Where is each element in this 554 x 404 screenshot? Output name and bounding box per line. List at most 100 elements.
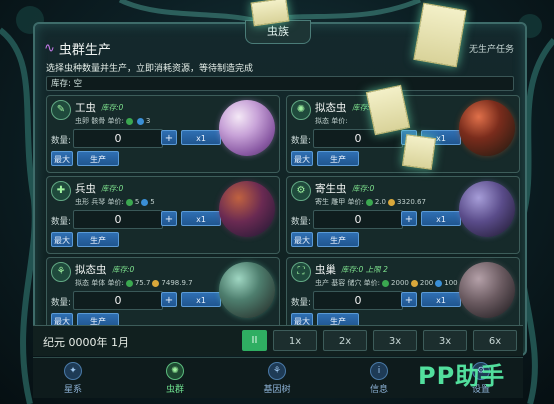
nav-gene-tree-label: 基因树 <box>263 385 291 395</box>
unit-stock: 库存:0 上限 2 <box>341 265 388 274</box>
quantity-label: 数量: <box>51 136 71 146</box>
multiplier-button[interactable]: x1 <box>421 211 461 226</box>
speed-2x-button[interactable]: 2x <box>323 330 367 351</box>
multiplier-button[interactable]: x1 <box>421 292 461 307</box>
nav-info-label: 信息 <box>369 385 388 395</box>
cost-value: 2000 <box>391 279 409 287</box>
unit-icon: ⛶ <box>291 262 311 282</box>
max-button[interactable]: 最大 <box>291 232 313 247</box>
quantity-input[interactable]: 0 <box>73 210 163 229</box>
unit-planet-orb <box>459 262 515 318</box>
produce-button[interactable]: 生产 <box>77 151 119 166</box>
nav-galaxy-label: 星系 <box>63 385 82 395</box>
galaxy-icon: ✦ <box>64 362 82 380</box>
quantity-label: 数量: <box>291 217 311 227</box>
max-button[interactable]: 最大 <box>51 151 73 166</box>
unit-planet-orb <box>459 181 515 237</box>
increment-button[interactable]: + <box>161 130 177 145</box>
quantity-input[interactable]: 0 <box>73 129 163 148</box>
cost-row: 虫形 兵琴 单价: 5 5 <box>75 197 155 207</box>
production-status: 无生产任务 <box>469 45 515 55</box>
unit-name: 拟态虫 <box>315 102 347 114</box>
speed-1x-button[interactable]: 1x <box>273 330 317 351</box>
cost-value: 2.0 <box>374 198 386 206</box>
quantity-label: 数量: <box>291 136 311 146</box>
unit-icon: ⚙ <box>291 181 311 201</box>
resource-coin-icon <box>152 279 160 287</box>
nav-galaxy[interactable]: ✦ 星系 <box>43 362 103 395</box>
unit-stock: 库存:0 <box>112 265 135 274</box>
quantity-label: 数量: <box>51 217 71 227</box>
cost-row: 寄生 雕甲 单价: 2.0 3320.67 <box>315 197 426 207</box>
unit-icon: ⚘ <box>51 262 71 282</box>
max-button[interactable]: 最大 <box>291 151 313 166</box>
quantity-label: 数量: <box>291 298 311 308</box>
watermark-logo: PP助手 <box>418 362 506 390</box>
resource-coin-icon <box>141 198 149 206</box>
cost-value: 75.7 <box>134 279 151 287</box>
resource-coin-icon <box>410 279 418 287</box>
cost-value: 3 <box>145 117 151 125</box>
panel-title: ∿ 虫群生产 <box>44 39 111 58</box>
unit-name: 兵虫 <box>75 183 96 195</box>
unit-card: ⚙ 寄生虫 库存:0 寄生 雕甲 单价: 2.0 3320.67 数量: 0 + x1 最大 生产 <box>286 176 520 254</box>
quantity-input[interactable]: 0 <box>313 210 403 229</box>
cost-row: 虫产 基容 储穴 单价: 2000 200 100 <box>315 278 458 288</box>
cost-label: 寄生 雕甲 单价: <box>315 198 364 206</box>
unit-card: ⚘ 拟态虫 库存:0 拟态 单体 单价: 75.7 7498.9.7 数量: 0 + x1 最大 生产 <box>46 257 280 335</box>
cost-label: 虫形 兵琴 单价: <box>75 198 124 206</box>
multiplier-button[interactable]: x1 <box>181 130 221 145</box>
increment-button[interactable]: + <box>161 211 177 226</box>
unit-icon: ✚ <box>51 181 71 201</box>
cost-value: 5 <box>134 198 140 206</box>
cost-label: 拟态 单价: <box>315 117 348 125</box>
unit-card: ⛶ 虫巢 库存:0 上限 2 虫产 基容 储穴 单价: 2000 200 100 数量: 0 + x… <box>286 257 520 335</box>
increment-button[interactable]: + <box>401 292 417 307</box>
unit-planet-orb <box>219 181 275 237</box>
instruction-text: 选择虫种数量并生产，立即消耗资源，等待制造完成 <box>46 64 254 74</box>
panel-title-label: 虫群生产 <box>58 43 111 58</box>
info-icon: i <box>370 362 388 380</box>
unit-planet-orb <box>219 100 275 156</box>
unit-stock: 库存:0 <box>101 103 124 112</box>
gene-tree-icon: ⚘ <box>268 362 286 380</box>
nav-info[interactable]: i 信息 <box>349 362 409 395</box>
produce-button[interactable]: 生产 <box>317 151 359 166</box>
resource-coin-icon <box>382 279 390 287</box>
cost-row: 拟态 单价: <box>315 116 348 126</box>
worm-icon: ∿ <box>44 41 55 56</box>
resource-coin-icon <box>387 198 395 206</box>
cost-value: 100 <box>444 279 458 287</box>
nav-swarm[interactable]: ✺ 虫群 <box>145 362 205 395</box>
unit-name: 寄生虫 <box>315 183 347 195</box>
increment-button[interactable]: + <box>401 211 417 226</box>
unit-stock: 库存:0 <box>352 184 375 193</box>
unit-planet-orb <box>219 262 275 318</box>
produce-button[interactable]: 生产 <box>77 232 119 247</box>
produce-button[interactable]: 生产 <box>317 232 359 247</box>
unit-name: 拟态虫 <box>75 264 107 276</box>
max-button[interactable]: 最大 <box>51 232 73 247</box>
cost-label: 拟态 单体 单价: <box>75 279 124 287</box>
quantity-label: 数量: <box>51 298 71 308</box>
resource-coin-icon <box>136 117 144 125</box>
multiplier-button[interactable]: x1 <box>181 211 221 226</box>
increment-button[interactable]: + <box>161 292 177 307</box>
pause-button[interactable]: II <box>242 330 267 351</box>
cost-row: 虫卵 骸骨 单价: 3 <box>75 116 150 126</box>
multiplier-button[interactable]: x1 <box>181 292 221 307</box>
quantity-input[interactable]: 0 <box>313 291 403 310</box>
nav-swarm-label: 虫群 <box>165 385 184 395</box>
speed-3x-alt-button[interactable]: 3x <box>423 330 467 351</box>
speed-3x-button[interactable]: 3x <box>373 330 417 351</box>
unit-card: ✚ 兵虫 库存:0 虫形 兵琴 单价: 5 5 数量: 0 + x1 最大 生产 <box>46 176 280 254</box>
scroll-decoration <box>401 134 437 170</box>
resource-coin-icon <box>125 198 133 206</box>
quantity-input[interactable]: 0 <box>73 291 163 310</box>
nav-gene-tree[interactable]: ⚘ 基因树 <box>247 362 307 395</box>
speed-6x-button[interactable]: 6x <box>473 330 517 351</box>
unit-card: ✎ 工虫 库存:0 虫卵 骸骨 单价: 3 数量: 0 + x1 最大 生产 <box>46 95 280 173</box>
unit-name: 虫巢 <box>315 264 336 276</box>
resource-coin-icon <box>125 117 133 125</box>
unit-stock: 库存:0 <box>101 184 124 193</box>
